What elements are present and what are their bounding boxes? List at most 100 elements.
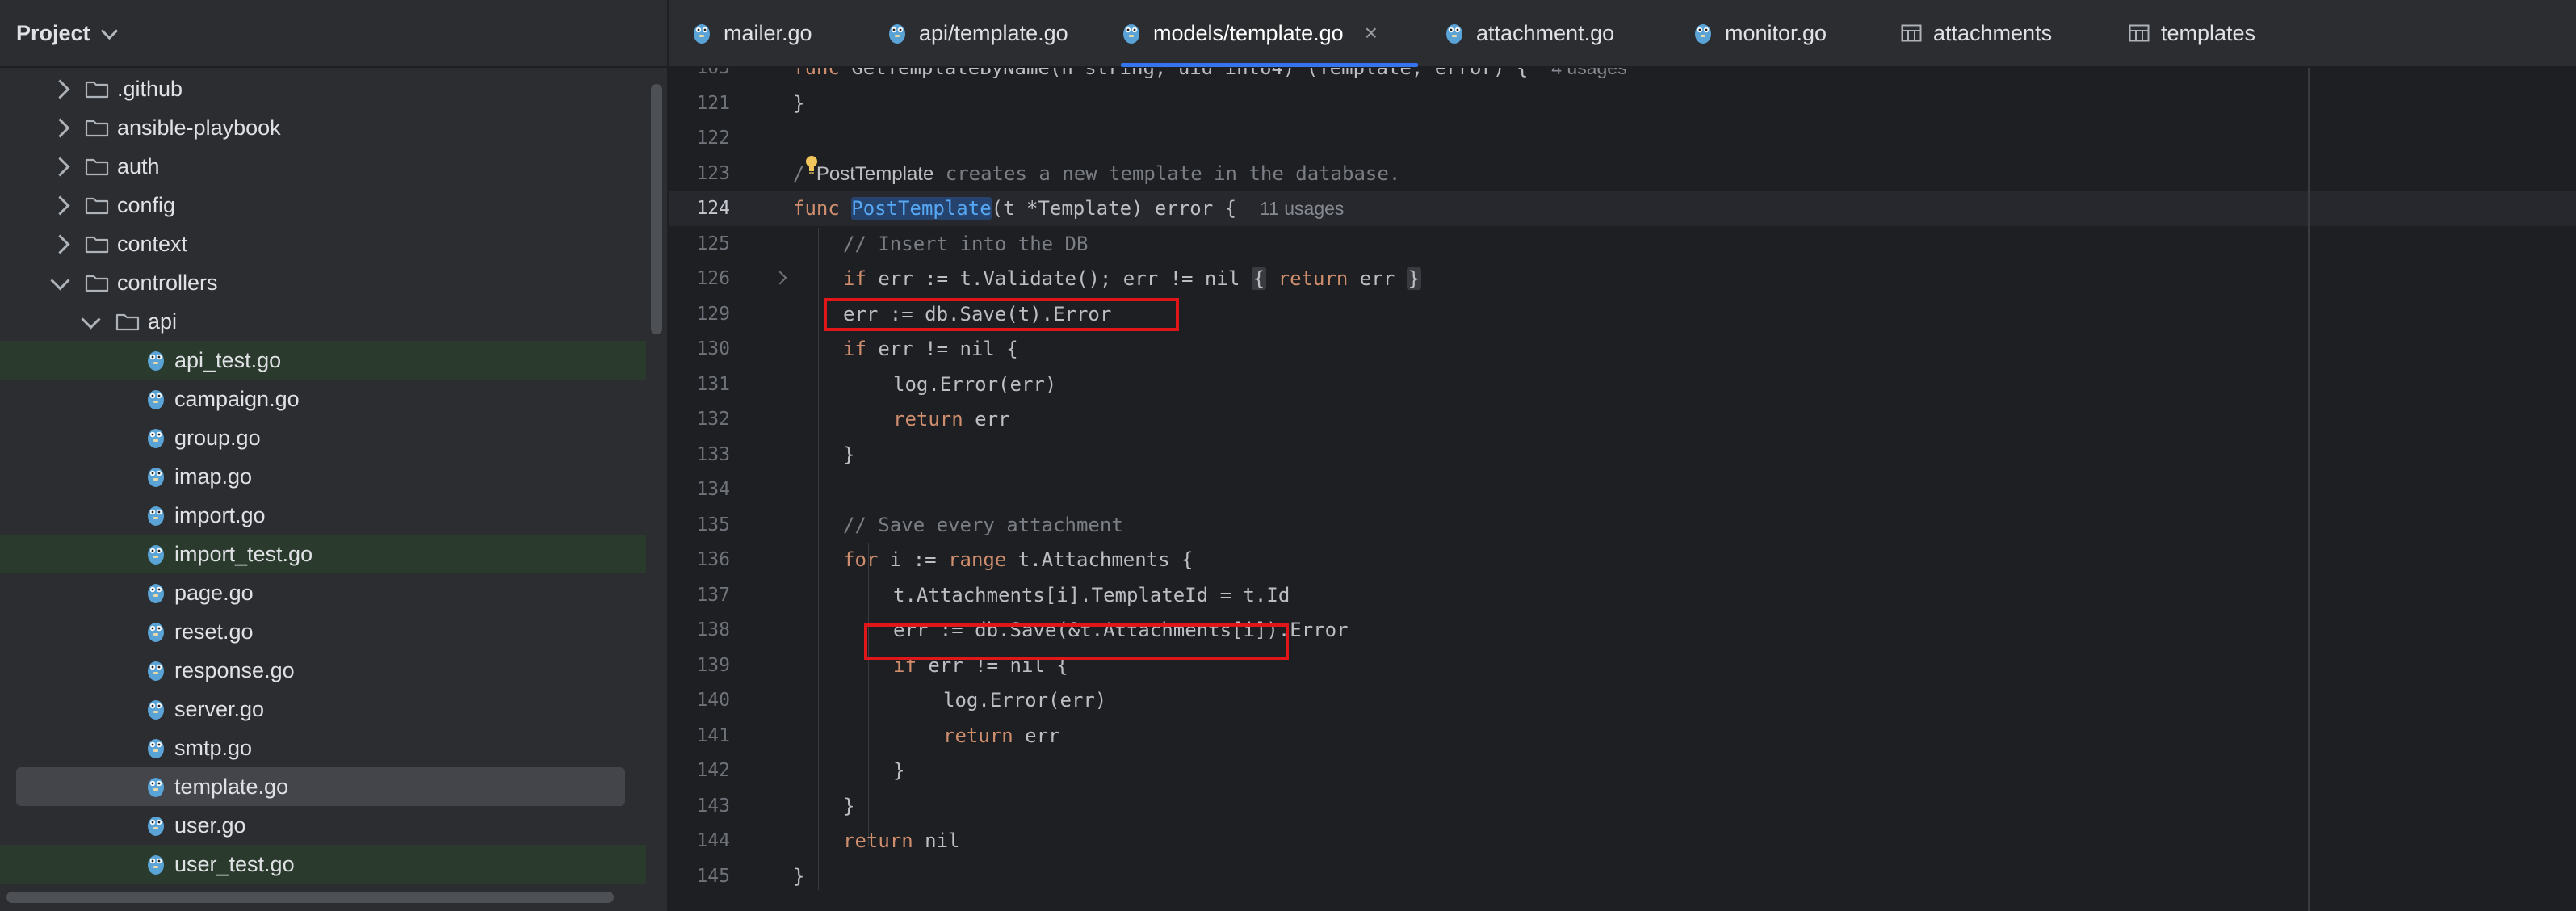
code-line: if err != nil { — [843, 338, 1018, 360]
tree-folder-auth[interactable]: auth — [0, 147, 646, 186]
tab-attachments[interactable]: attachments — [1901, 0, 2052, 66]
chevron-right-icon[interactable] — [50, 78, 70, 99]
tree-folder-ansible-playbook[interactable]: ansible-playbook — [0, 108, 646, 147]
tree-item-label: context — [117, 231, 188, 256]
tree-folder-api[interactable]: api — [0, 302, 646, 341]
tab-monitor-go[interactable]: monitor.go — [1693, 0, 1827, 66]
go-file-icon — [148, 351, 164, 371]
folder-icon — [85, 275, 109, 292]
tree-folder-context[interactable]: context — [0, 225, 646, 263]
project-panel-header[interactable]: Project — [0, 0, 667, 68]
code-text: } — [843, 443, 855, 466]
keyword: range — [948, 548, 1007, 571]
line-number: 142 — [696, 760, 730, 781]
code-line: } — [893, 759, 904, 782]
tree-item-label: template.go — [174, 774, 289, 799]
keyword: return — [893, 408, 963, 430]
tree-file[interactable]: page.go — [0, 573, 646, 612]
tree-folder-controllers[interactable]: controllers — [0, 263, 646, 302]
code-comment: // Insert into the DB — [843, 232, 1089, 255]
tab-templates[interactable]: templates — [2129, 0, 2255, 66]
code-text: } — [793, 91, 805, 115]
tree-file[interactable]: imap.go — [0, 457, 646, 496]
right-margin-guide — [2308, 68, 2310, 911]
tab-api-template-go[interactable]: api/template.go — [887, 0, 1068, 66]
code-text: } — [843, 794, 855, 817]
fold-expand-icon[interactable] — [773, 271, 787, 285]
line-number: 130 — [696, 338, 730, 359]
line-number: 131 — [696, 373, 730, 395]
tree-folder-config[interactable]: config — [0, 186, 646, 225]
code-text: GetTemplateByName(n string, uid int64) (… — [839, 68, 1529, 79]
line-number: 122 — [696, 128, 730, 149]
tree-file[interactable]: reset.go — [0, 612, 646, 651]
chevron-right-icon[interactable] — [50, 117, 70, 138]
tree-file[interactable]: import.go — [0, 496, 646, 535]
go-file-icon — [889, 24, 905, 44]
code-line: func GetTemplateByName(n string, uid int… — [793, 68, 1627, 79]
close-icon[interactable]: × — [1365, 20, 1378, 46]
chevron-down-icon[interactable] — [50, 270, 70, 291]
chevron-down-icon[interactable] — [81, 309, 101, 330]
line-number: 123 — [696, 162, 730, 184]
folder-icon — [85, 197, 109, 215]
tree-file[interactable]: server.go — [0, 690, 646, 728]
go-file-icon — [148, 661, 164, 681]
horizontal-scrollbar[interactable] — [6, 892, 614, 903]
folder-icon — [115, 313, 140, 331]
go-file-icon — [148, 545, 164, 565]
code-line: for i := range t.Attachments { — [843, 548, 1194, 571]
folder-icon — [85, 120, 109, 137]
tree-file[interactable]: import_test.go — [0, 535, 646, 573]
chevron-right-icon[interactable] — [50, 195, 70, 216]
tree-file[interactable]: campaign.go — [0, 380, 646, 418]
tab-models-template-go[interactable]: models/template.go × — [1121, 0, 1378, 66]
folder-icon — [85, 158, 109, 176]
tab-mailer-go[interactable]: mailer.go — [691, 0, 812, 66]
tree-file[interactable]: user.go — [0, 806, 646, 845]
code-text: } — [793, 864, 805, 888]
line-number: 124 — [696, 198, 730, 219]
tree-file[interactable]: smtp.go — [0, 728, 646, 767]
code-text: err — [1013, 724, 1060, 747]
code-text: } — [893, 759, 905, 782]
tree-item-label: ansible-playbook — [117, 115, 281, 140]
tree-file[interactable]: group.go — [0, 418, 646, 457]
tab-label: models/template.go — [1153, 20, 1344, 45]
go-file-icon — [148, 739, 164, 758]
chevron-right-icon[interactable] — [50, 233, 70, 254]
tree-file[interactable]: response.go — [0, 651, 646, 690]
doc-comment-ref: PostTemplate — [816, 162, 934, 185]
chevron-down-icon[interactable] — [100, 22, 118, 40]
lightbulb-icon[interactable] — [805, 155, 818, 176]
code-line: // Save every attachment — [843, 514, 1123, 536]
folder-icon — [85, 81, 109, 99]
tree-file[interactable]: api_test.go — [0, 341, 646, 380]
tree-item-label: api — [148, 309, 178, 334]
keyword: return — [843, 829, 913, 852]
code-line: // Insert into the DB — [843, 233, 1088, 255]
tree-file[interactable]: template.go — [16, 767, 625, 806]
vertical-scrollbar[interactable] — [651, 84, 662, 334]
go-file-icon — [148, 390, 164, 409]
tree-item-label: smtp.go — [174, 735, 253, 760]
go-file-icon — [148, 700, 164, 720]
tab-attachment-go[interactable]: attachment.go — [1444, 0, 1614, 66]
line-number: 144 — [696, 830, 730, 851]
tree-item-label: user.go — [174, 812, 246, 838]
fold-brace-open: { — [1251, 267, 1267, 290]
chevron-right-icon[interactable] — [50, 156, 70, 177]
code-text: err != nil { — [866, 338, 1018, 360]
tree-folder-github[interactable]: .github — [0, 69, 646, 108]
code-editor[interactable]: 105 func GetTemplateByName(n string, uid … — [669, 68, 2576, 911]
code-line: t.Attachments[i].TemplateId = t.Id — [893, 584, 1290, 607]
tree-item-label: page.go — [174, 580, 254, 605]
line-number: 133 — [696, 443, 730, 465]
tree-file[interactable]: user_test.go — [0, 845, 646, 884]
indent-guide — [868, 543, 869, 846]
table-icon — [1901, 24, 1922, 42]
go-file-icon — [1123, 24, 1139, 44]
go-file-icon — [148, 584, 164, 603]
